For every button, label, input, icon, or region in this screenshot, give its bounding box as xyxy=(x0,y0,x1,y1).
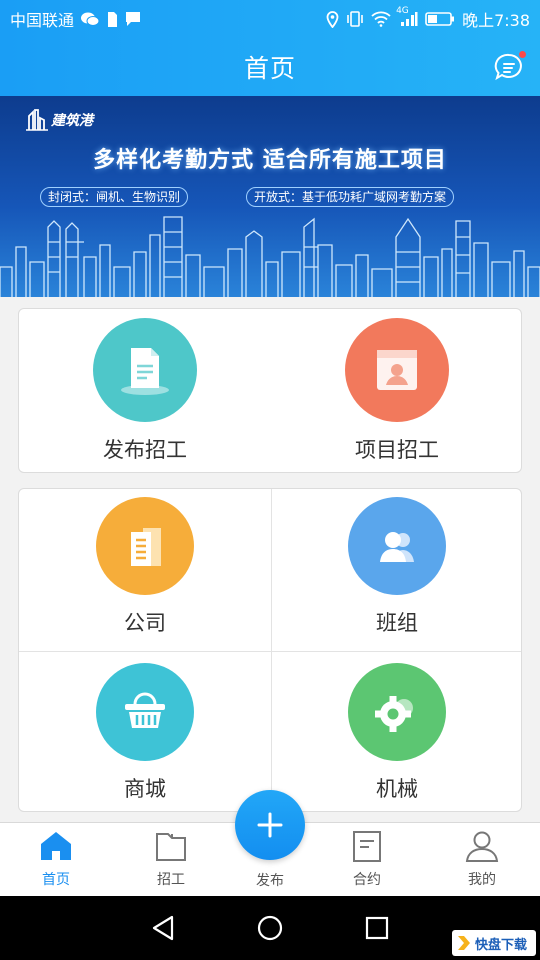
post-job-button[interactable]: 发布招工 xyxy=(19,318,271,464)
tab-mine[interactable]: 我的 xyxy=(442,829,522,889)
project-hiring-button[interactable]: 项目招工 xyxy=(271,318,523,464)
signal-icon: 4G xyxy=(396,6,418,27)
team-icon-circle xyxy=(348,497,446,595)
machinery-icon-circle xyxy=(348,663,446,761)
basket-icon xyxy=(125,692,165,728)
banner-logo: 建筑港 xyxy=(26,108,93,132)
page-title: 首页 xyxy=(243,54,296,83)
team-icon xyxy=(380,532,414,562)
watermark-logo-icon xyxy=(458,936,470,950)
id-card-icon xyxy=(377,350,417,390)
post-job-label: 发布招工 xyxy=(103,438,187,462)
contract-icon xyxy=(353,831,381,862)
user-icon xyxy=(465,831,499,862)
home-icon xyxy=(41,832,71,860)
tag-closed: 封闭式：闸机、生物识别 xyxy=(40,187,189,207)
tab-recruit[interactable]: 招工 xyxy=(131,829,211,889)
tag-open: 开放式：基于低功耗广域网考勤方案 xyxy=(246,187,455,207)
carrier-label: 中国联通 xyxy=(10,11,75,30)
categories-card: 公司 班组 商城 机械 xyxy=(18,488,522,812)
sim-card-icon xyxy=(106,11,118,28)
tab-home[interactable]: 首页 xyxy=(16,829,96,889)
company-label: 公司 xyxy=(124,611,166,635)
grid-divider-horizontal xyxy=(19,651,521,652)
building-logo-icon xyxy=(26,109,48,131)
location-icon xyxy=(326,10,339,28)
promo-banner[interactable]: 建筑港 多样化考勤方式 适合所有施工项目 封闭式：闸机、生物识别 开放式：基于低… xyxy=(0,96,540,297)
chat-bubble-icon xyxy=(124,11,142,27)
vibrate-icon xyxy=(346,11,364,27)
unread-badge xyxy=(519,51,526,58)
publish-button[interactable] xyxy=(235,790,305,860)
wifi-icon xyxy=(371,11,391,27)
mall-button[interactable]: 商城 xyxy=(19,663,271,803)
status-bar: 中国联通 4G 晚上7:38 xyxy=(0,0,540,38)
building-icon xyxy=(131,528,161,566)
clock-label: 晚上7:38 xyxy=(462,11,530,30)
company-icon-circle xyxy=(96,497,194,595)
plus-icon xyxy=(257,812,283,838)
team-label: 班组 xyxy=(376,611,418,635)
company-button[interactable]: 公司 xyxy=(19,497,271,637)
tab-contract[interactable]: 合约 xyxy=(327,829,407,889)
tab-home-label: 首页 xyxy=(42,872,70,888)
app-header: 首页 xyxy=(0,38,540,96)
battery-icon xyxy=(425,11,455,27)
tab-mine-label: 我的 xyxy=(468,872,496,888)
city-skyline-graphic xyxy=(0,216,540,297)
tab-contract-label: 合约 xyxy=(353,872,381,888)
machinery-button[interactable]: 机械 xyxy=(271,663,523,803)
banner-headline: 多样化考勤方式 适合所有施工项目 xyxy=(93,148,447,173)
tab-recruit-label: 招工 xyxy=(157,872,185,888)
project-hiring-icon-circle xyxy=(345,318,449,422)
messages-button[interactable] xyxy=(494,51,526,82)
tab-publish-label: 发布 xyxy=(256,873,284,889)
folder-icon xyxy=(156,833,186,861)
mall-label: 商城 xyxy=(124,777,166,801)
quick-actions-card: 发布招工 项目招工 xyxy=(18,308,522,473)
logo-text: 建筑港 xyxy=(51,113,93,129)
project-hiring-label: 项目招工 xyxy=(355,438,439,462)
watermark-text: 快盘下载 xyxy=(475,937,528,953)
watermark: 快盘下载 xyxy=(452,930,536,956)
post-job-icon-circle xyxy=(93,318,197,422)
gear-icon xyxy=(375,696,413,732)
machinery-label: 机械 xyxy=(376,777,418,801)
mall-icon-circle xyxy=(96,663,194,761)
wechat-icon xyxy=(80,11,100,27)
back-icon[interactable] xyxy=(150,914,176,942)
document-icon xyxy=(121,348,169,395)
team-button[interactable]: 班组 xyxy=(271,497,523,637)
recents-icon[interactable] xyxy=(364,915,390,941)
network-type-label: 4G xyxy=(396,6,409,16)
home-nav-icon[interactable] xyxy=(256,914,284,942)
